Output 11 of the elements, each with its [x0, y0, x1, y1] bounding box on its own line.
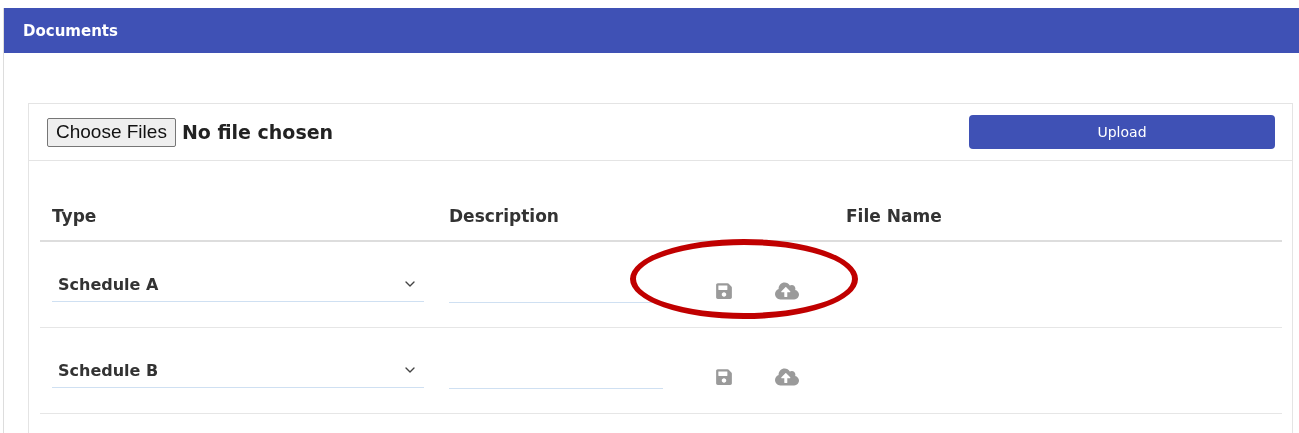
save-icon[interactable] — [715, 368, 733, 386]
upload-button[interactable]: Upload — [969, 115, 1275, 149]
panel-title: Documents — [4, 8, 1299, 53]
file-status: No file chosen — [181, 121, 334, 143]
save-icon[interactable] — [715, 282, 733, 300]
type-select[interactable]: Schedule A — [52, 267, 424, 302]
column-header: Description — [449, 206, 560, 226]
column-header: Type — [52, 206, 98, 226]
column-header: File Name — [846, 206, 943, 226]
type-select[interactable]: Schedule B — [52, 353, 424, 388]
choose-files-button[interactable]: Choose Files — [47, 117, 176, 147]
